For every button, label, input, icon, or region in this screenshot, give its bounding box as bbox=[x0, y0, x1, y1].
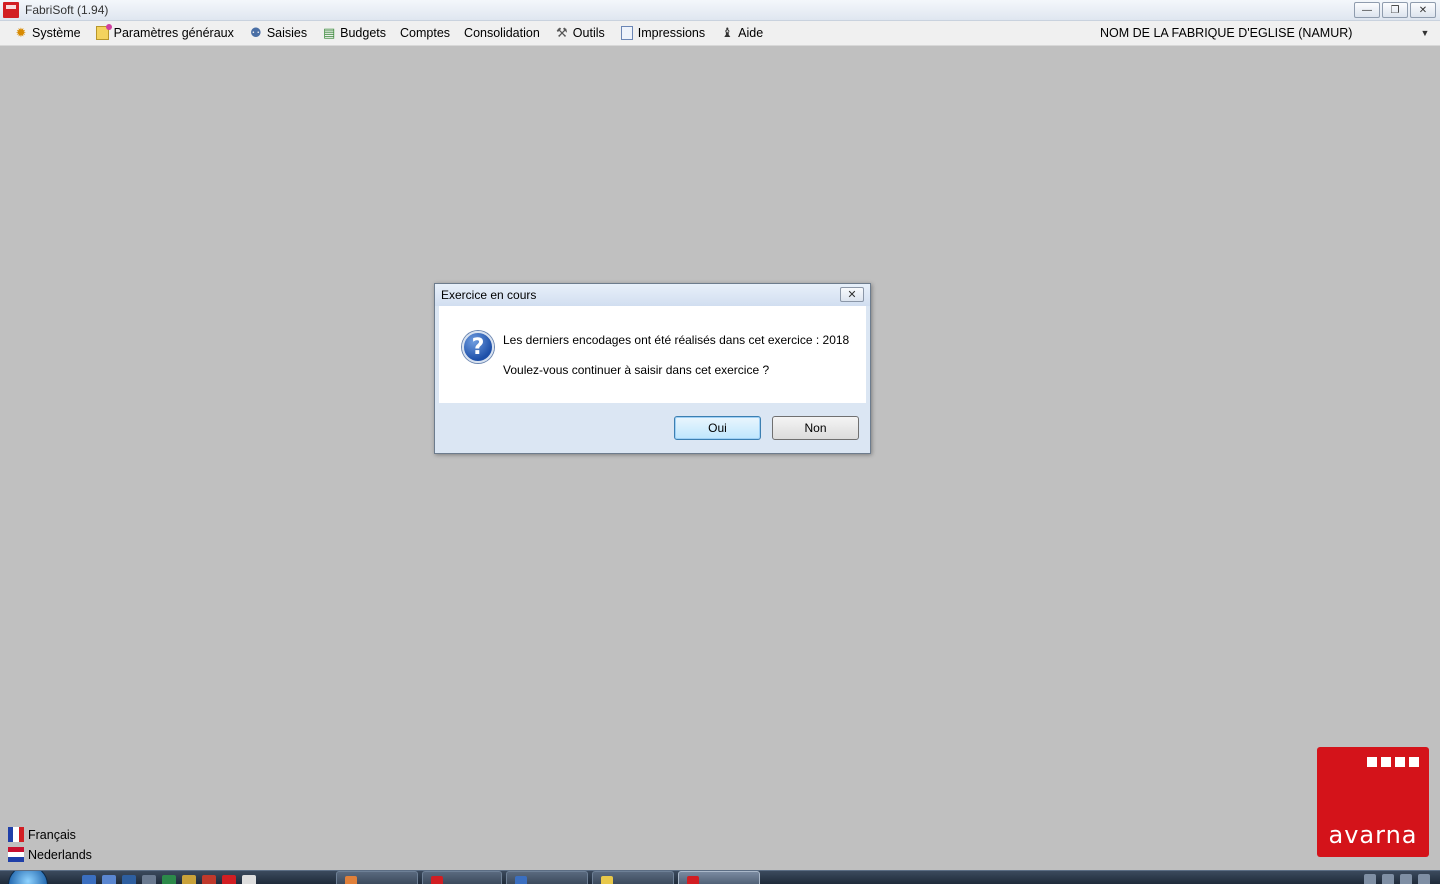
dialog-title: Exercice en cours bbox=[441, 288, 537, 302]
window-controls: — ❐ ✕ bbox=[1354, 2, 1436, 18]
dialog-titlebar: Exercice en cours bbox=[435, 284, 870, 306]
quick-launch bbox=[82, 875, 256, 884]
window-titlebar: FabriSoft (1.94) — ❐ ✕ bbox=[0, 0, 1440, 21]
avarna-logo: avarna bbox=[1317, 747, 1429, 857]
language-francais-label: Français bbox=[28, 827, 76, 842]
minimize-button[interactable]: — bbox=[1354, 2, 1380, 18]
language-francais[interactable]: Français bbox=[8, 827, 76, 842]
menu-bar: ✹ Système Paramètres généraux ⚉ Saisies … bbox=[0, 21, 1440, 46]
people-icon: ⚉ bbox=[250, 25, 262, 40]
quick-launch-icon[interactable] bbox=[142, 875, 156, 884]
menu-systeme-label: Système bbox=[32, 26, 81, 40]
language-nederlands-label: Nederlands bbox=[28, 847, 92, 862]
dialog-message-line1: Les derniers encodages ont été réalisés … bbox=[503, 333, 850, 347]
menu-consolidation-label: Consolidation bbox=[464, 26, 540, 40]
quick-launch-icon[interactable] bbox=[102, 875, 116, 884]
taskbar-items bbox=[336, 871, 764, 884]
taskbar-item[interactable] bbox=[592, 871, 674, 884]
menu-aide[interactable]: ♝ Aide bbox=[712, 22, 770, 45]
menu-impressions[interactable]: Impressions bbox=[612, 22, 712, 45]
menu-comptes[interactable]: Comptes bbox=[393, 22, 457, 45]
budget-icon: ▤ bbox=[322, 25, 336, 40]
quick-launch-icon[interactable] bbox=[82, 875, 96, 884]
menu-budgets-label: Budgets bbox=[340, 26, 387, 40]
menu-outils-label: Outils bbox=[572, 26, 605, 40]
start-button[interactable] bbox=[8, 871, 48, 884]
tray-icon[interactable] bbox=[1364, 874, 1376, 884]
taskbar-item[interactable] bbox=[336, 871, 418, 884]
dropdown-arrow-icon[interactable]: ▼ bbox=[1418, 28, 1432, 38]
logo-squares bbox=[1367, 757, 1419, 767]
taskbar-item[interactable] bbox=[422, 871, 502, 884]
fabrique-dropdown[interactable]: NOM DE LA FABRIQUE D'EGLISE (NAMUR) ▼ bbox=[1100, 21, 1432, 45]
gear-icon: ✹ bbox=[15, 25, 27, 40]
window-title: FabriSoft (1.94) bbox=[25, 3, 109, 17]
os-taskbar bbox=[0, 870, 1440, 884]
tools-icon: ⚒ bbox=[555, 25, 568, 40]
exercice-dialog: Exercice en cours ✕ ? Les derniers encod… bbox=[434, 283, 871, 454]
tray-icon[interactable] bbox=[1382, 874, 1394, 884]
quick-launch-icon[interactable] bbox=[122, 875, 136, 884]
taskbar-item[interactable] bbox=[506, 871, 588, 884]
menu-parametres-generaux[interactable]: Paramètres généraux bbox=[88, 22, 241, 45]
menu-aide-label: Aide bbox=[738, 26, 764, 40]
quick-launch-icon[interactable] bbox=[222, 875, 236, 884]
menu-budgets[interactable]: ▤ Budgets bbox=[314, 22, 393, 45]
oui-button[interactable]: Oui bbox=[674, 416, 761, 440]
dutch-flag-icon bbox=[8, 847, 24, 862]
quick-launch-icon[interactable] bbox=[202, 875, 216, 884]
system-tray bbox=[1364, 874, 1430, 884]
dialog-message-line2: Voulez-vous continuer à saisir dans cet … bbox=[503, 363, 770, 377]
menu-saisies-label: Saisies bbox=[266, 26, 308, 40]
taskbar-item-active[interactable] bbox=[678, 871, 760, 884]
app-icon bbox=[3, 2, 19, 18]
menu-comptes-label: Comptes bbox=[400, 26, 451, 40]
tray-icon[interactable] bbox=[1418, 874, 1430, 884]
fabrique-selected-value: NOM DE LA FABRIQUE D'EGLISE (NAMUR) bbox=[1100, 26, 1353, 40]
tray-icon[interactable] bbox=[1400, 874, 1412, 884]
dialog-body: ? Les derniers encodages ont été réalisé… bbox=[439, 306, 866, 403]
dialog-close-button[interactable]: ✕ bbox=[840, 287, 864, 302]
quick-launch-icon[interactable] bbox=[182, 875, 196, 884]
quick-launch-icon[interactable] bbox=[242, 875, 256, 884]
menu-parametres-label: Paramètres généraux bbox=[113, 26, 234, 40]
print-icon bbox=[619, 25, 635, 41]
settings-sheet-icon bbox=[95, 24, 113, 41]
menu-saisies[interactable]: ⚉ Saisies bbox=[241, 22, 314, 45]
menu-impressions-label: Impressions bbox=[637, 26, 706, 40]
language-nederlands[interactable]: Nederlands bbox=[8, 847, 92, 862]
quick-launch-icon[interactable] bbox=[162, 875, 176, 884]
restore-button[interactable]: ❐ bbox=[1382, 2, 1408, 18]
french-flag-icon bbox=[8, 827, 24, 842]
close-button[interactable]: ✕ bbox=[1410, 2, 1436, 18]
menu-systeme[interactable]: ✹ Système bbox=[6, 22, 88, 45]
menu-consolidation[interactable]: Consolidation bbox=[457, 22, 547, 45]
logo-text: avarna bbox=[1328, 821, 1418, 849]
menu-outils[interactable]: ⚒ Outils bbox=[547, 22, 612, 45]
non-button[interactable]: Non bbox=[772, 416, 859, 440]
help-person-icon: ♝ bbox=[721, 25, 733, 40]
question-icon: ? bbox=[462, 331, 494, 363]
